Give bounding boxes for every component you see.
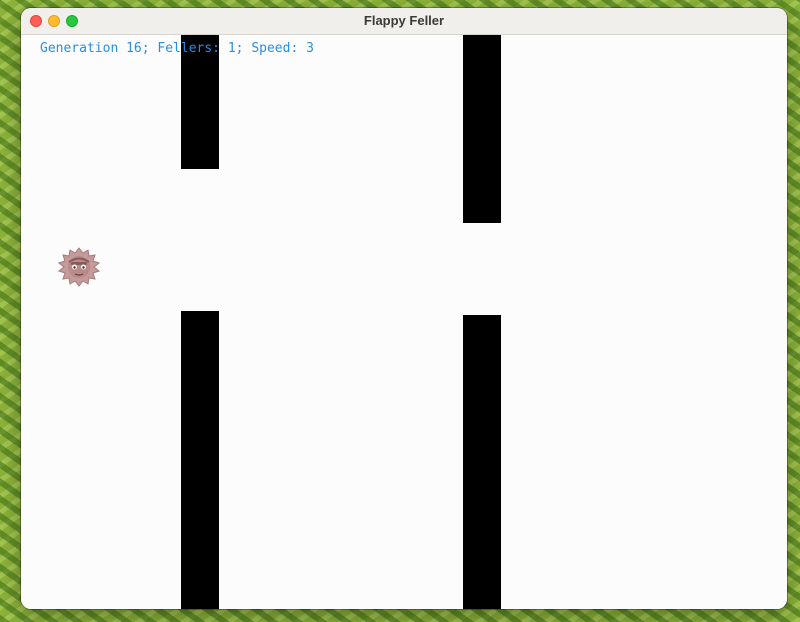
pipe-top-2: [463, 35, 501, 223]
window-title: Flappy Feller: [363, 13, 445, 28]
title-bar: Flappy Feller: [21, 8, 787, 35]
pipe-bottom-1: [181, 311, 219, 609]
game-canvas[interactable]: Generation 16; Fellers: 1; Speed: 3: [21, 35, 787, 609]
feller-character: [57, 246, 101, 288]
generation-status: Generation 16; Fellers: 1; Speed: 3: [40, 41, 314, 56]
app-window: Flappy Feller Generation 16; Fellers: 1;…: [21, 8, 787, 609]
pipe-bottom-2: [463, 315, 501, 609]
